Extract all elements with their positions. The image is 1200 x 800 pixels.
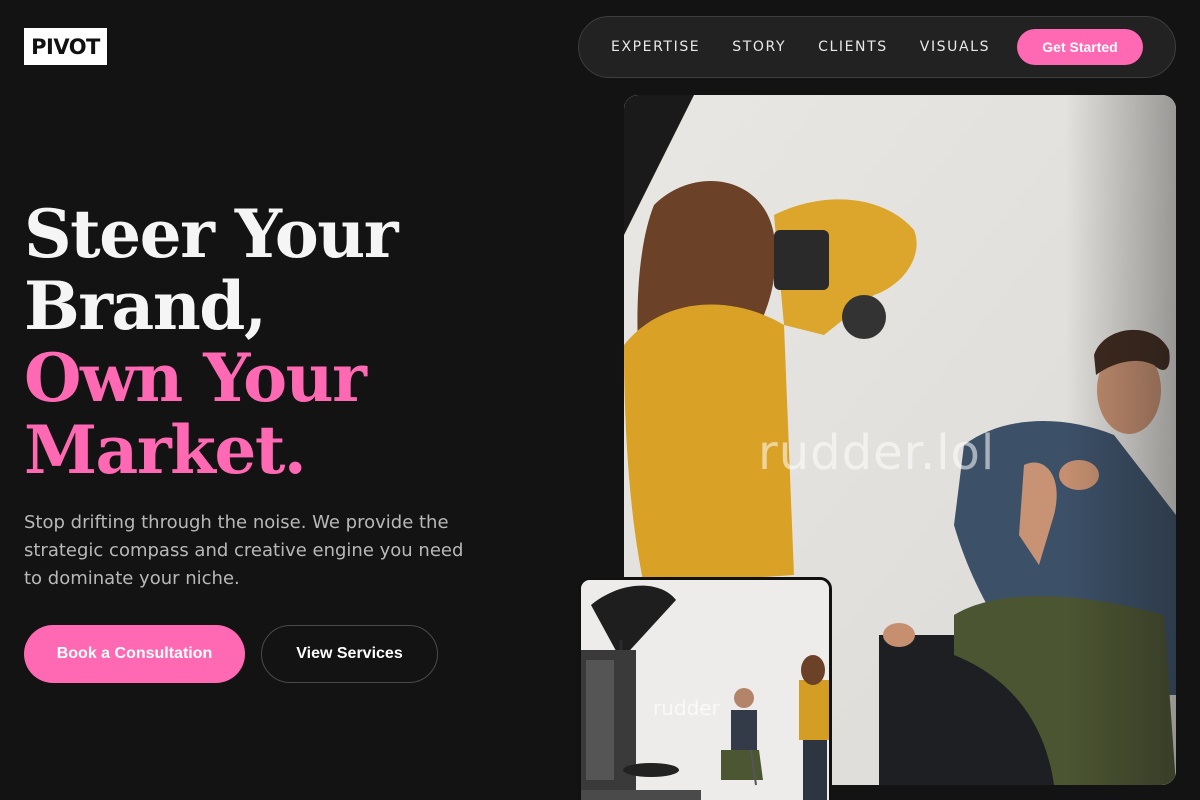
thumbnail-watermark: rudder <box>653 696 720 720</box>
headline-line-3: Own Your <box>24 339 367 417</box>
hero-headline: Steer Your Brand, Own Your Market. <box>24 195 399 489</box>
thumbnail-photo: rudder <box>578 577 832 800</box>
watermark-text: rudder.lol <box>758 425 996 481</box>
headline-line-4: Market. <box>24 411 307 489</box>
headline-line-2: Brand, <box>24 267 267 345</box>
nav-link-visuals[interactable]: VISUALS <box>920 39 990 55</box>
top-nav: EXPERTISE STORY CLIENTS VISUALS Get Star… <box>578 16 1176 78</box>
view-services-button[interactable]: View Services <box>261 625 438 683</box>
get-started-button[interactable]: Get Started <box>1017 29 1143 65</box>
hero-subtext: Stop drifting through the noise. We prov… <box>24 512 464 589</box>
logo[interactable]: PIVOT <box>24 28 107 65</box>
book-consultation-button[interactable]: Book a Consultation <box>24 625 245 683</box>
nav-link-expertise[interactable]: EXPERTISE <box>611 39 700 55</box>
headline-line-1: Steer Your <box>24 195 399 273</box>
nav-link-story[interactable]: STORY <box>732 39 786 55</box>
nav-link-clients[interactable]: CLIENTS <box>818 39 888 55</box>
